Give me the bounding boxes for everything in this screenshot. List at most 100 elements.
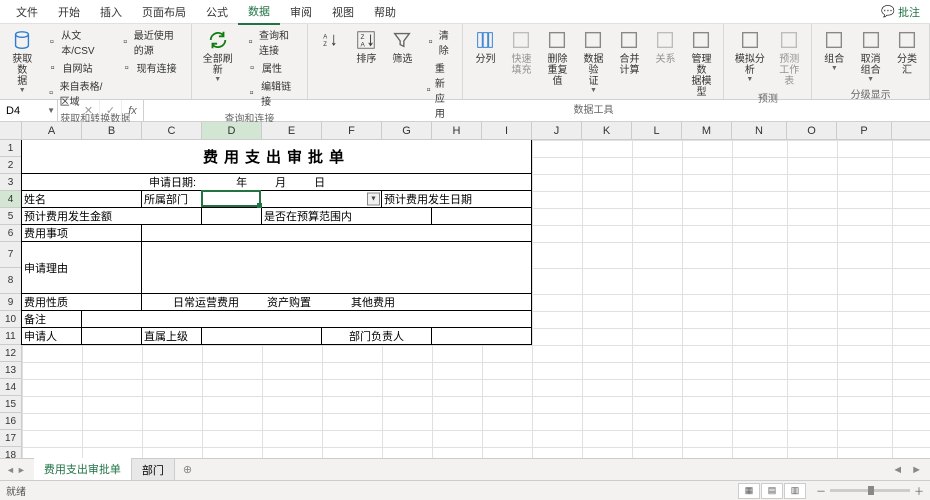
cells-area[interactable]: 费用支出审批单申请日期:年月日姓名所属部门▼预计费用发生日期预计费用发生金额是否… — [22, 140, 930, 458]
ribbon-btn-3-6[interactable]: 管理数据模型 — [685, 26, 717, 100]
hscroll-right[interactable]: ► — [907, 464, 926, 476]
zoom-in[interactable]: ＋ — [914, 483, 924, 498]
ribbon-btn-0-0[interactable]: 获取数据▼ — [6, 26, 39, 96]
view-pagelayout[interactable]: ▤ — [761, 483, 783, 499]
ribbon-small-0-0[interactable]: ▫从文本/CSV — [43, 26, 113, 58]
menu-help[interactable]: 帮助 — [364, 0, 406, 24]
ribbon-btn-5-1[interactable]: 取消组合▼ — [854, 26, 887, 85]
col-header-D[interactable]: D — [202, 122, 262, 139]
menu-view[interactable]: 视图 — [322, 0, 364, 24]
row-header-4[interactable]: 4 — [0, 191, 21, 208]
row-header-14[interactable]: 14 — [0, 379, 21, 396]
col-header-H[interactable]: H — [432, 122, 482, 139]
ribbon-btn-2-0[interactable]: AZ — [314, 26, 346, 56]
ribbon-btn-3-2[interactable]: 删除重复值 — [541, 26, 573, 89]
col-header-M[interactable]: M — [682, 122, 732, 139]
row-header-12[interactable]: 12 — [0, 345, 21, 362]
ribbon-btn-5-2[interactable]: 分类汇 — [891, 26, 923, 78]
zoom-control[interactable]: － ＋ — [816, 483, 924, 498]
row-header-17[interactable]: 17 — [0, 430, 21, 447]
ribbon-btn-3-5[interactable]: 关系 — [649, 26, 681, 67]
row-header-16[interactable]: 16 — [0, 413, 21, 430]
ribbon-btn-3-3[interactable]: 数据验证▼ — [577, 26, 609, 96]
menu-file[interactable]: 文件 — [6, 0, 48, 24]
row-header-18[interactable]: 18 — [0, 447, 21, 458]
menu-formulas[interactable]: 公式 — [196, 0, 238, 24]
comments-button[interactable]: 💬 批注 — [871, 0, 930, 24]
menu-data[interactable]: 数据 — [238, 0, 280, 25]
row-header-13[interactable]: 13 — [0, 362, 21, 379]
tab-nav-next[interactable]: ► — [17, 465, 26, 475]
col-header-I[interactable]: I — [482, 122, 532, 139]
col-header-K[interactable]: K — [582, 122, 632, 139]
input-applicant[interactable] — [81, 327, 142, 345]
input-reason[interactable] — [141, 241, 532, 294]
ribbon-small-0-0[interactable]: ▫最近使用的源 — [117, 26, 185, 58]
col-header-A[interactable]: A — [22, 122, 82, 139]
input-supervisor[interactable] — [201, 327, 322, 345]
row-header-11[interactable]: 11 — [0, 328, 21, 345]
ribbon-small-2-0[interactable]: ▫清除 — [422, 26, 456, 58]
sheet-tab-1[interactable]: 部门 — [132, 459, 175, 481]
row-header-9[interactable]: 9 — [0, 294, 21, 311]
ribbon-btn-5-0[interactable]: 组合▼ — [818, 26, 850, 74]
ribbon-btn-3-4[interactable]: 合并计算 — [613, 26, 645, 78]
row-header-5[interactable]: 5 — [0, 208, 21, 225]
formula-input[interactable] — [144, 100, 930, 121]
col-header-O[interactable]: O — [787, 122, 837, 139]
view-pagebreak[interactable]: ▥ — [784, 483, 806, 499]
ribbon-small-1-1[interactable]: ▫属性 — [242, 59, 301, 76]
sheet-tab-0[interactable]: 费用支出审批单 — [34, 458, 132, 482]
accept-formula-button[interactable]: ✓ — [100, 100, 122, 121]
ribbon-small-icon: ▫ — [245, 86, 258, 100]
fx-label[interactable]: fx — [122, 100, 144, 121]
input-in-budget[interactable] — [431, 207, 532, 225]
ribbon-btn-3-1[interactable]: 快速填充 — [505, 26, 537, 78]
cancel-formula-button[interactable]: ✕ — [78, 100, 100, 121]
hscroll-left[interactable]: ◄ — [888, 464, 907, 476]
col-header-C[interactable]: C — [142, 122, 202, 139]
col-header-B[interactable]: B — [82, 122, 142, 139]
input-dept[interactable]: ▼ — [201, 190, 382, 208]
ribbon-small-0-1[interactable]: ▫现有连接 — [117, 59, 185, 76]
ribbon-small-1-0[interactable]: ▫查询和连接 — [242, 26, 301, 58]
ribbon-btn-2-2[interactable]: 筛选 — [386, 26, 418, 67]
row-header-7[interactable]: 7 — [0, 242, 21, 268]
row-header-2[interactable]: 2 — [0, 157, 21, 174]
view-normal[interactable]: ▦ — [738, 483, 760, 499]
input-item[interactable] — [141, 224, 532, 242]
row-header-6[interactable]: 6 — [0, 225, 21, 242]
dropdown-icon[interactable]: ▼ — [367, 193, 380, 206]
ribbon-btn-4-0[interactable]: 模拟分析▼ — [730, 26, 769, 85]
row-header-10[interactable]: 10 — [0, 311, 21, 328]
row-header-15[interactable]: 15 — [0, 396, 21, 413]
row-header-8[interactable]: 8 — [0, 268, 21, 294]
input-remark[interactable] — [81, 310, 532, 328]
menu-home[interactable]: 开始 — [48, 0, 90, 24]
menu-review[interactable]: 审阅 — [280, 0, 322, 24]
col-header-G[interactable]: G — [382, 122, 432, 139]
col-header-P[interactable]: P — [837, 122, 892, 139]
name-box[interactable]: D4 ▼ — [0, 100, 58, 121]
col-header-N[interactable]: N — [732, 122, 787, 139]
menu-insert[interactable]: 插入 — [90, 0, 132, 24]
input-dept-head[interactable] — [431, 327, 532, 345]
row-header-3[interactable]: 3 — [0, 174, 21, 191]
zoom-slider[interactable] — [830, 489, 910, 492]
ribbon-btn-2-1[interactable]: ZA排序 — [350, 26, 382, 67]
zoom-out[interactable]: － — [816, 483, 826, 498]
menu-layout[interactable]: 页面布局 — [132, 0, 196, 24]
tab-nav-prev[interactable]: ◄ — [6, 465, 15, 475]
select-all-corner[interactable] — [0, 122, 22, 139]
col-header-F[interactable]: F — [322, 122, 382, 139]
col-header-L[interactable]: L — [632, 122, 682, 139]
col-header-J[interactable]: J — [532, 122, 582, 139]
ribbon-small-0-1[interactable]: ▫自网站 — [43, 59, 113, 76]
input-amount[interactable] — [201, 207, 262, 225]
ribbon-btn-3-0[interactable]: 分列 — [469, 26, 501, 67]
ribbon-btn-4-1[interactable]: 预测工作表 — [773, 26, 805, 89]
add-sheet-button[interactable]: ⊕ — [175, 460, 200, 479]
row-header-1[interactable]: 1 — [0, 140, 21, 157]
col-header-E[interactable]: E — [262, 122, 322, 139]
ribbon-btn-1-0[interactable]: 全部刷新▼ — [198, 26, 239, 85]
